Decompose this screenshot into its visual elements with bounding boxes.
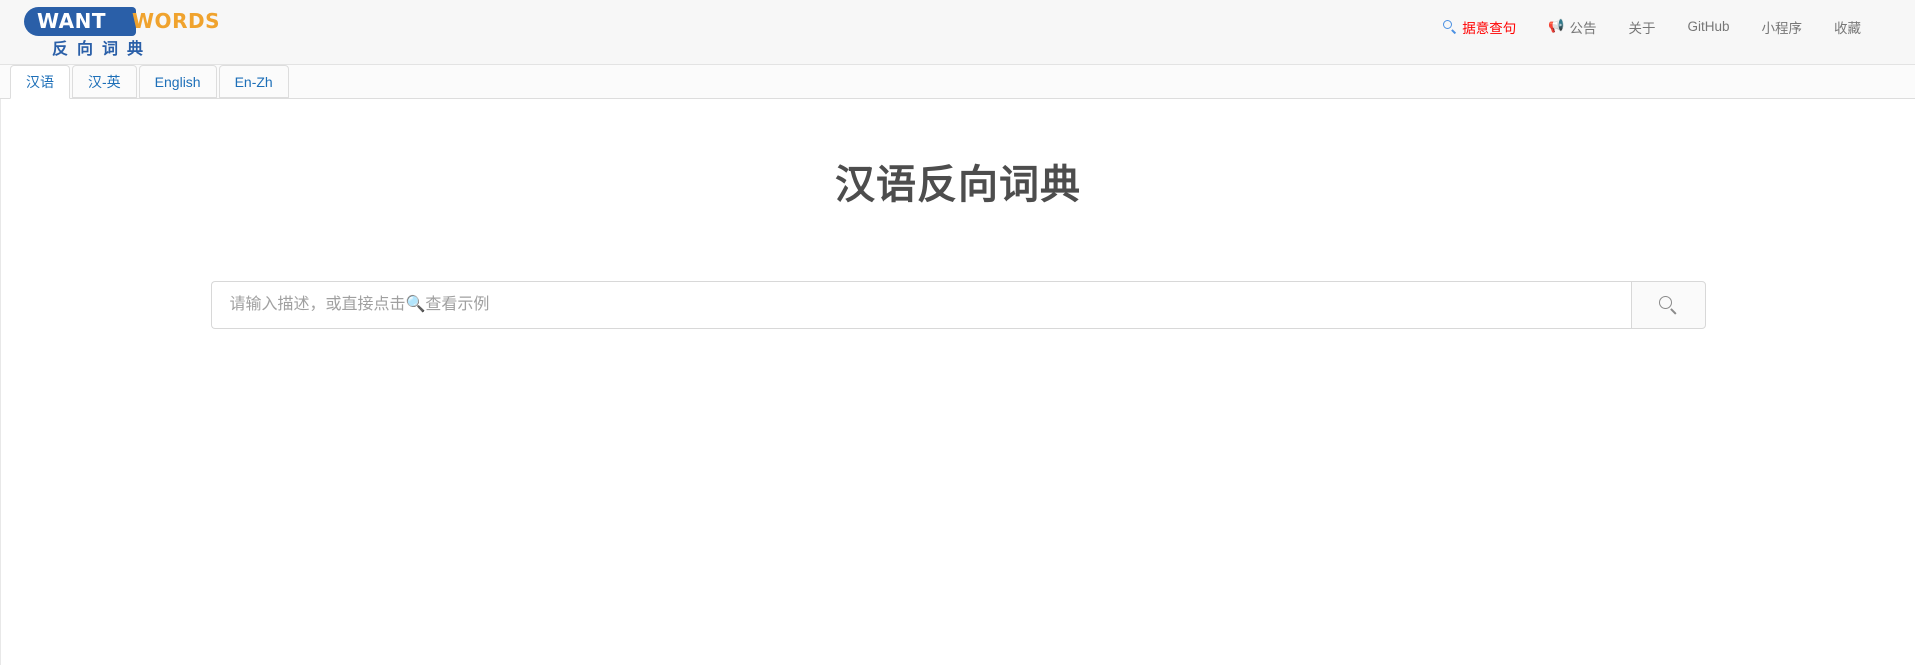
tab-english[interactable]: English — [138, 65, 217, 98]
tab-label: 汉-英 — [88, 73, 121, 90]
search-icon — [1443, 19, 1457, 34]
logo-word-words: WORDS — [132, 9, 220, 33]
tab-english-chinese[interactable]: En-Zh — [218, 65, 289, 98]
wantwords-logo: WANT WORDS — [24, 4, 219, 38]
nav-item-miniprogram[interactable]: 小程序 — [1746, 17, 1819, 37]
tab-label: English — [154, 73, 201, 90]
top-navbar: WANT WORDS 反向词典 据意查句 📢 公告 关于 GitHub 小程序 … — [0, 0, 1915, 65]
nav-item-label: 据意查句 — [1462, 20, 1517, 36]
nav-item-announcement[interactable]: 📢 公告 — [1532, 17, 1612, 37]
page-title: 汉语反向词典 — [835, 163, 1081, 207]
brand-logo-link[interactable]: WANT WORDS 反向词典 — [0, 0, 219, 60]
megaphone-icon: 📢 — [1548, 18, 1565, 33]
main-content: 汉语反向词典 — [0, 99, 1915, 665]
search-icon — [1658, 295, 1678, 315]
search-submit-button[interactable] — [1630, 281, 1706, 329]
tab-label: En-Zh — [234, 73, 273, 90]
search-bar — [210, 281, 1706, 329]
nav-item-ju-search[interactable]: 据意查句 — [1427, 17, 1532, 37]
logo-word-want: WANT — [37, 9, 107, 33]
nav-links: 据意查句 📢 公告 关于 GitHub 小程序 收藏 — [1427, 0, 1915, 53]
search-input[interactable] — [210, 281, 1631, 329]
nav-item-label: 收藏 — [1834, 20, 1861, 36]
nav-item-about[interactable]: 关于 — [1612, 17, 1671, 37]
nav-item-label: GitHub — [1687, 19, 1730, 34]
tab-label: 汉语 — [26, 74, 54, 90]
language-tab-strip: 汉语 汉-英 English En-Zh — [0, 65, 1915, 99]
logo-subtitle: 反向词典 — [52, 41, 153, 58]
tab-chinese[interactable]: 汉语 — [10, 65, 70, 99]
tab-chinese-english[interactable]: 汉-英 — [72, 65, 137, 98]
nav-item-label: 关于 — [1628, 20, 1656, 36]
nav-item-favorites[interactable]: 收藏 — [1818, 17, 1877, 37]
nav-item-label: 公告 — [1569, 20, 1597, 36]
nav-item-label: 小程序 — [1761, 20, 1803, 36]
nav-item-github[interactable]: GitHub — [1671, 19, 1745, 34]
